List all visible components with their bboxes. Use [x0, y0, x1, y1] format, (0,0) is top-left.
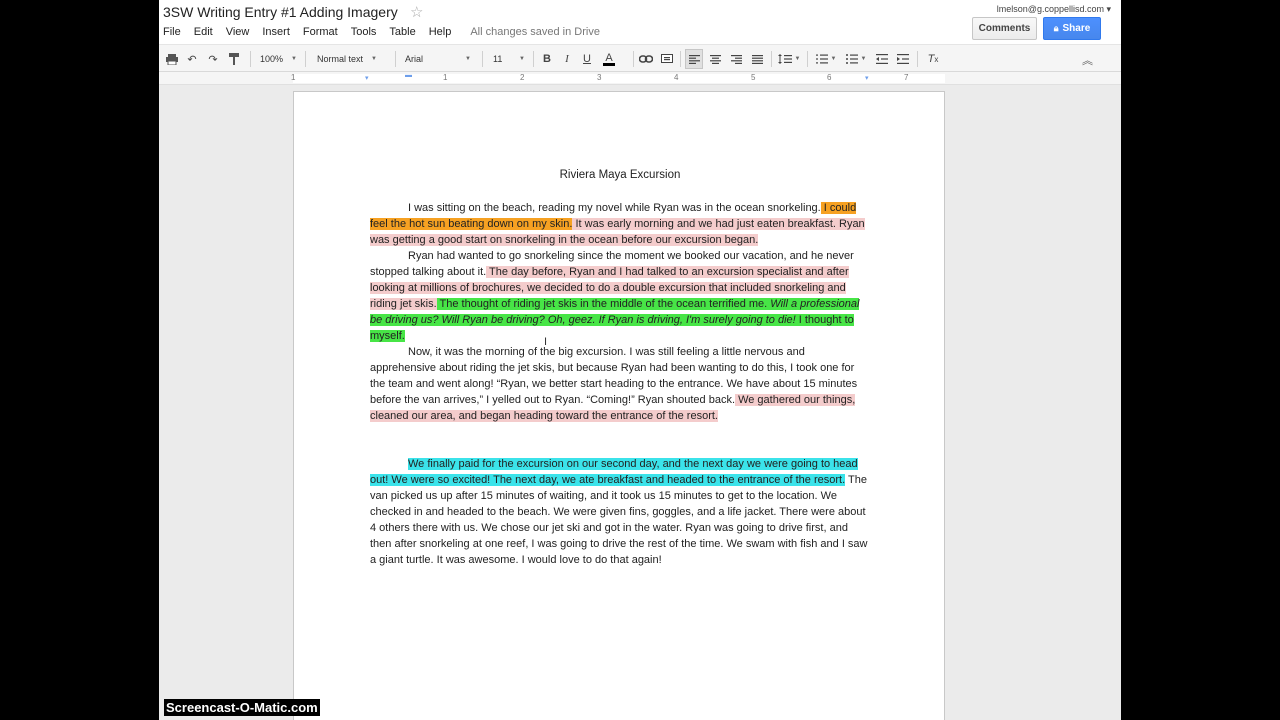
zoom-value: 100%	[260, 54, 284, 64]
redo-icon[interactable]: ↷	[204, 49, 222, 69]
italic-button[interactable]: I	[559, 49, 575, 69]
blank-lines	[370, 424, 872, 456]
clear-formatting-icon[interactable]: Tx	[924, 49, 942, 69]
text-cursor-icon: I	[544, 336, 548, 348]
highlighted-thought: The thought of riding jet skis in the mi…	[436, 298, 768, 310]
toolbar-divider	[771, 51, 772, 67]
menu-table[interactable]: Table	[389, 26, 415, 40]
account-switcher[interactable]: lmelson@g.coppellisd.com ▾	[997, 4, 1111, 15]
increase-indent-icon[interactable]	[894, 49, 912, 69]
numbered-list-icon[interactable]: ▼	[813, 49, 839, 69]
print-icon[interactable]	[163, 49, 181, 69]
underline-button[interactable]: U	[579, 49, 595, 69]
font-size-value: 11	[493, 54, 503, 64]
text-color-button[interactable]: A	[599, 49, 619, 69]
ruler-number: 1	[291, 73, 296, 82]
menu-file[interactable]: File	[163, 26, 181, 40]
toolbar-divider	[917, 51, 918, 67]
text-color-swatch	[603, 62, 615, 66]
ruler-number: 1	[443, 73, 448, 82]
chevron-down-icon: ▼	[519, 56, 525, 62]
menu-bar: File Edit View Insert Format Tools Table…	[163, 26, 600, 40]
chevron-down-icon: ▼	[794, 56, 801, 62]
toolbar-divider	[250, 51, 251, 67]
undo-icon[interactable]: ↶	[183, 49, 201, 69]
text-run: I was sitting on the beach, reading my n…	[408, 202, 821, 214]
document-body[interactable]: I was sitting on the beach, reading my n…	[370, 200, 872, 568]
right-indent-marker[interactable]: ▾	[865, 74, 869, 82]
style-value: Normal text	[317, 54, 364, 64]
align-right-icon[interactable]	[727, 49, 745, 69]
menu-insert[interactable]: Insert	[262, 26, 290, 40]
menu-format[interactable]: Format	[303, 26, 338, 40]
text-run: The van picked us up after 15 minutes of…	[370, 474, 868, 566]
bulleted-list-icon[interactable]: ▼	[843, 49, 869, 69]
line-spacing-icon[interactable]: ▼	[776, 49, 802, 69]
ruler-number: 3	[597, 73, 602, 82]
comments-button[interactable]: Comments	[972, 17, 1037, 40]
horizontal-ruler: 1 1 2 3 4 5 6 7 ▾ ▬ ▾	[159, 72, 1121, 85]
chevron-down-icon: ▼	[291, 56, 297, 62]
paragraph-style-select[interactable]: Normal text ▼	[317, 51, 377, 67]
ruler-number: 7	[904, 73, 909, 82]
comment-icon[interactable]	[658, 49, 676, 69]
toolbar-divider	[482, 51, 483, 67]
document-page[interactable]: Riviera Maya Excursion I was sitting on …	[293, 91, 945, 720]
ruler-number: 5	[751, 73, 756, 82]
ruler-number: 4	[674, 73, 679, 82]
toolbar-divider	[305, 51, 306, 67]
menu-edit[interactable]: Edit	[194, 26, 213, 40]
ruler-track	[293, 74, 945, 83]
chevron-down-icon: ▼	[465, 56, 471, 62]
align-left-icon[interactable]	[685, 49, 703, 69]
document-title[interactable]: 3SW Writing Entry #1 Adding Imagery	[163, 4, 398, 20]
document-heading: Riviera Maya Excursion	[559, 169, 681, 181]
menu-view[interactable]: View	[226, 26, 250, 40]
align-center-icon[interactable]	[706, 49, 724, 69]
highlighted-text: We finally paid for the excursion on our…	[370, 458, 858, 486]
save-status[interactable]: All changes saved in Drive	[470, 26, 600, 40]
ruler-number: 2	[520, 73, 525, 82]
left-indent-marker[interactable]: ▾	[365, 74, 369, 82]
docs-header: 3SW Writing Entry #1 Adding Imagery ☆ Fi…	[159, 0, 1121, 44]
toolbar-divider	[533, 51, 534, 67]
menu-tools[interactable]: Tools	[351, 26, 377, 40]
chevron-down-icon: ▼	[860, 56, 867, 62]
chevron-down-icon: ▼	[830, 56, 837, 62]
font-size-select[interactable]: 11 ▼	[493, 51, 525, 67]
paint-format-icon[interactable]	[225, 49, 243, 69]
align-justify-icon[interactable]	[748, 49, 766, 69]
font-select[interactable]: Arial ▼	[405, 51, 471, 67]
paragraph: Ryan had wanted to go snorkeling since t…	[370, 248, 872, 344]
share-button[interactable]: 🔒︎ Share	[1043, 17, 1101, 40]
toolbar-divider	[395, 51, 396, 67]
toolbar-divider	[633, 51, 634, 67]
share-label: Share	[1062, 23, 1091, 34]
lock-icon: 🔒︎	[1053, 23, 1059, 33]
menu-help[interactable]: Help	[429, 26, 452, 40]
font-value: Arial	[405, 54, 424, 64]
first-line-indent-marker[interactable]: ▬	[405, 72, 412, 79]
toolbar-divider	[807, 51, 808, 67]
docs-app-window: 3SW Writing Entry #1 Adding Imagery ☆ Fi…	[159, 0, 1121, 720]
decrease-indent-icon[interactable]	[873, 49, 891, 69]
chevron-down-icon: ▼	[371, 56, 377, 62]
link-icon[interactable]	[637, 49, 655, 69]
text-color-letter: A	[605, 51, 613, 64]
zoom-select[interactable]: 100% ▼	[260, 51, 297, 67]
bold-button[interactable]: B	[539, 49, 555, 69]
ruler-number: 6	[827, 73, 832, 82]
collapse-toolbar-icon[interactable]: ︽	[1082, 52, 1093, 68]
formatting-toolbar: ↶ ↷ 100% ▼ Normal text ▼ Arial ▼ 11 ▼ B I U …	[159, 44, 1121, 72]
paragraph: We finally paid for the excursion on our…	[370, 456, 872, 568]
toolbar-divider	[680, 51, 681, 67]
paragraph: Now, it was the morning of the big excur…	[370, 344, 872, 424]
star-icon[interactable]: ☆	[410, 3, 423, 21]
screencast-watermark: Screencast-O-Matic.com	[164, 699, 320, 716]
paragraph: I was sitting on the beach, reading my n…	[370, 200, 872, 248]
